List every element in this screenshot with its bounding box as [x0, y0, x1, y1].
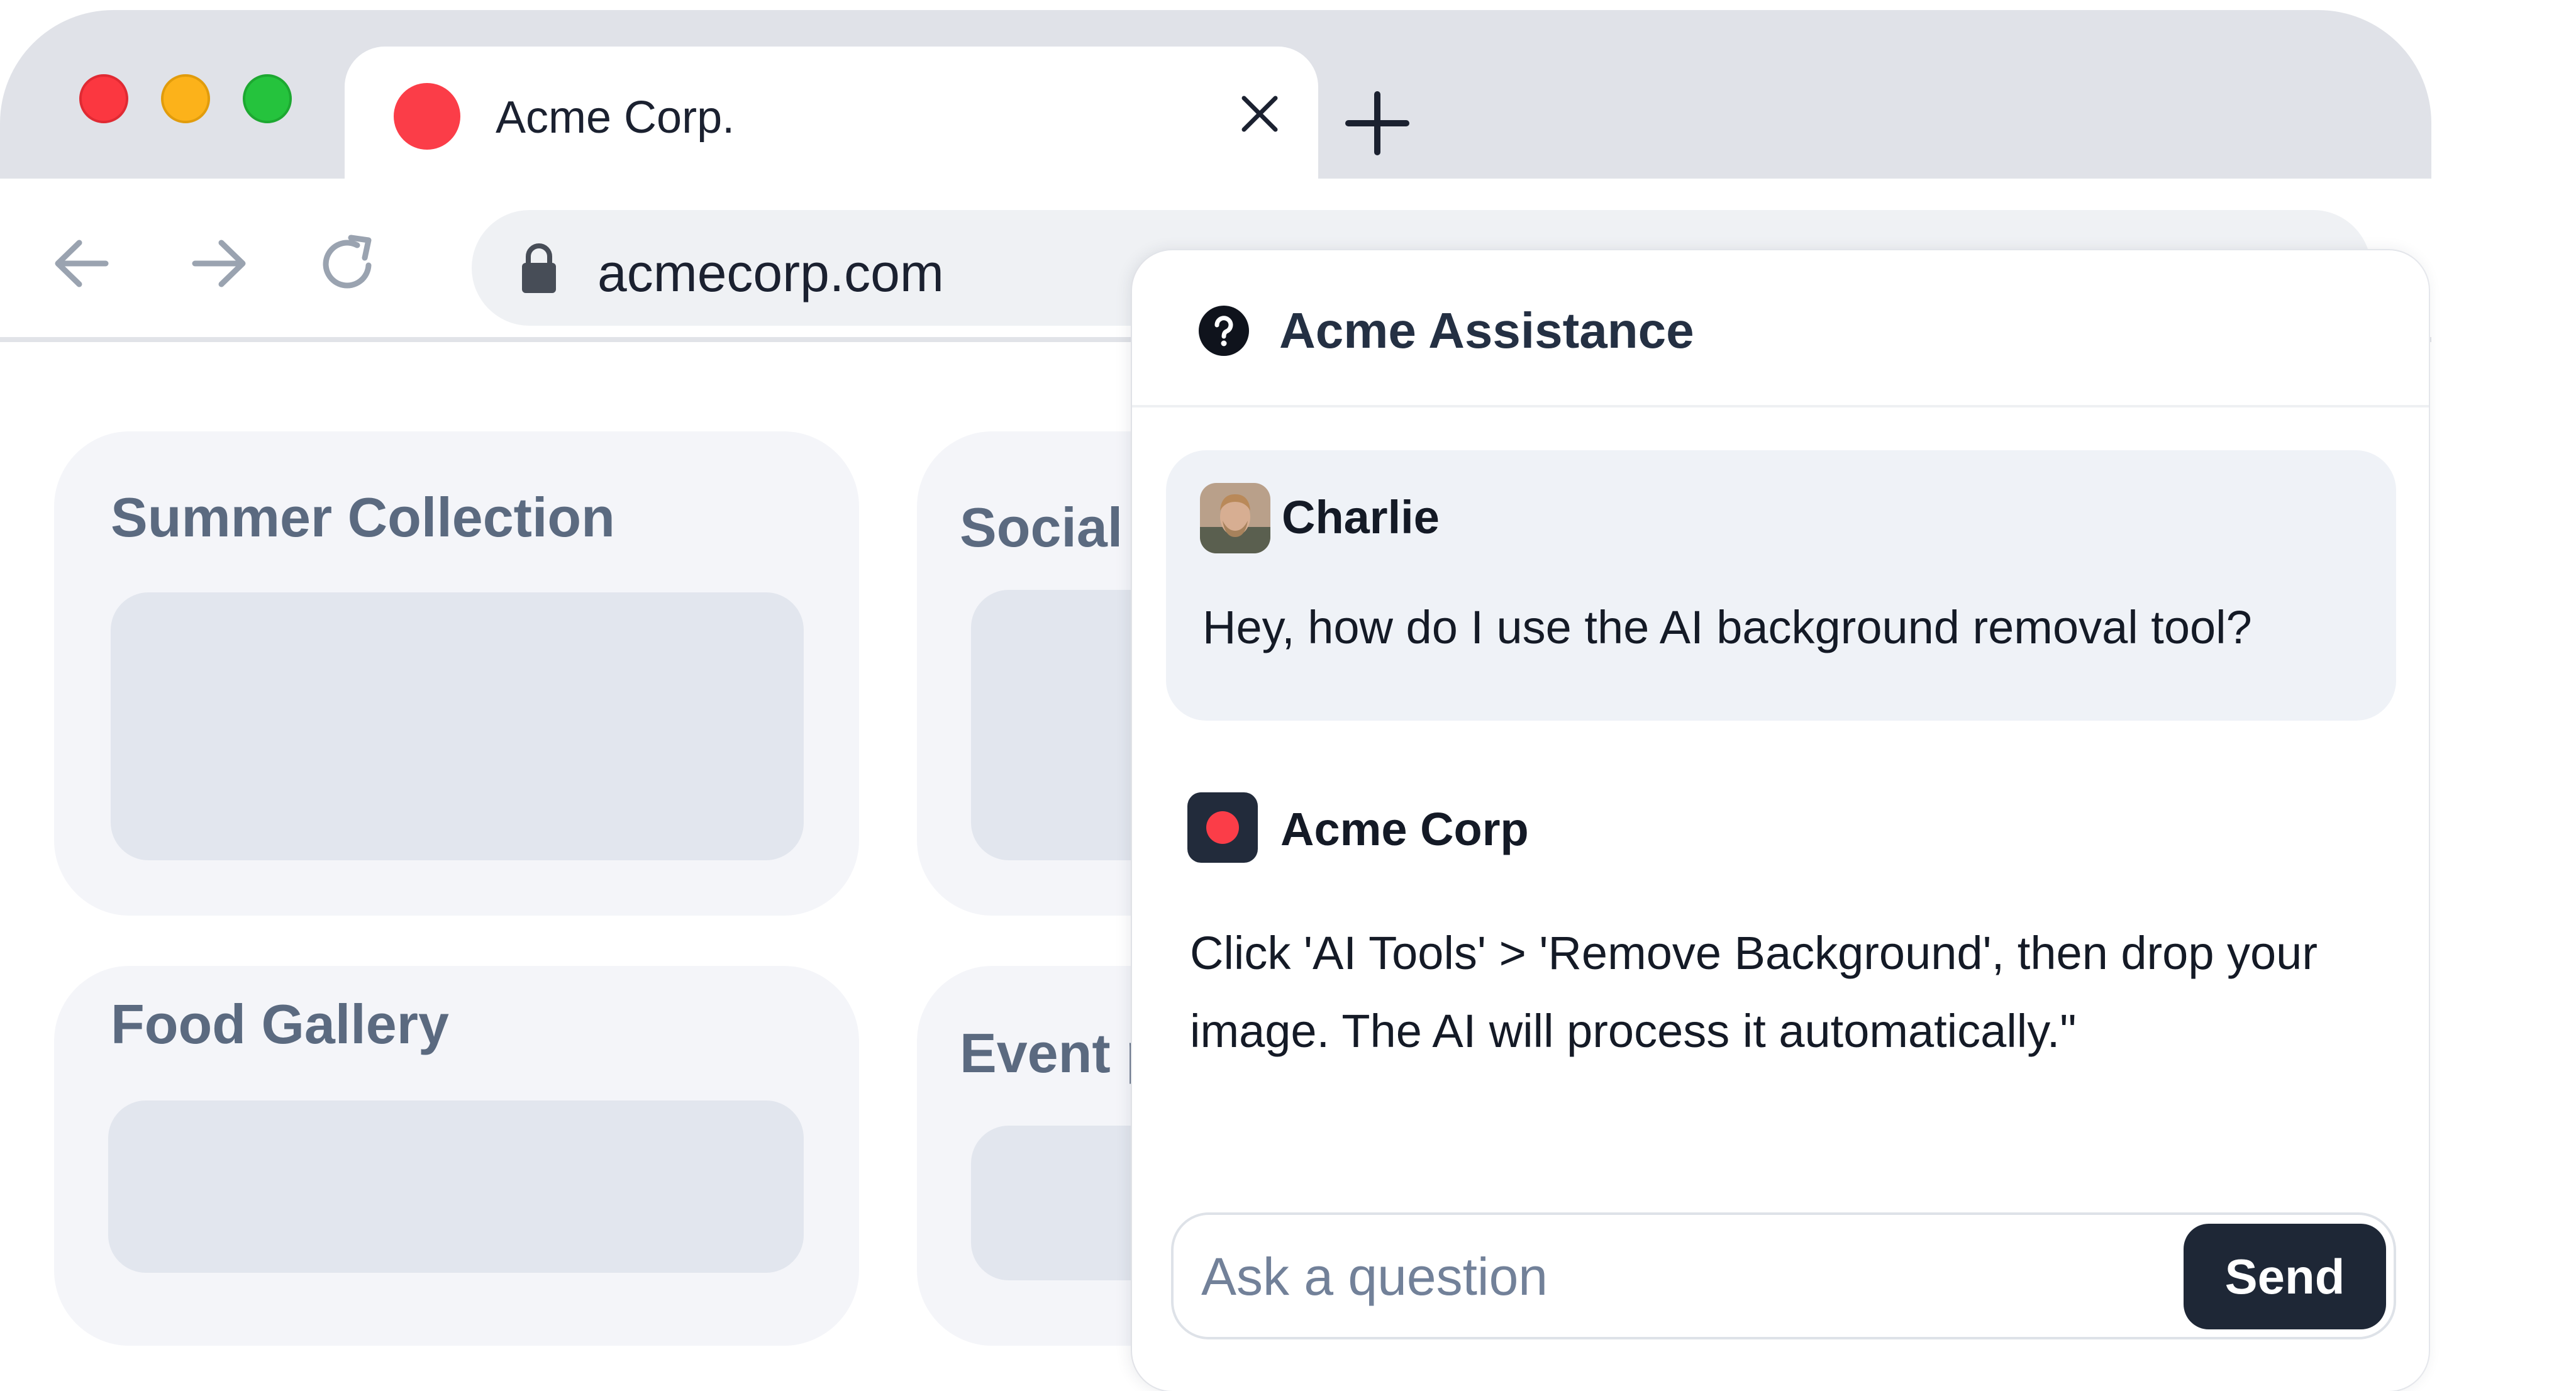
card-title: Event p — [960, 1022, 1160, 1084]
sender-name: Charlie — [1282, 491, 1440, 543]
minimize-window-button[interactable] — [161, 74, 210, 123]
card-title: Social I — [960, 496, 1154, 558]
url-text: acmecorp.com — [597, 243, 944, 302]
maximize-window-button[interactable] — [243, 74, 292, 123]
close-icon[interactable] — [1231, 86, 1288, 142]
chat-panel: Acme Assistance Charlie Hey, how do I us… — [1132, 250, 2429, 1391]
message-bubble-user: Charlie Hey, how do I use the AI backgro… — [1166, 450, 2396, 721]
send-button[interactable]: Send — [2184, 1224, 2386, 1329]
reload-icon[interactable] — [313, 229, 382, 298]
user-avatar — [1200, 483, 1270, 553]
favicon-icon — [394, 83, 460, 150]
chat-composer: Send — [1171, 1212, 2396, 1339]
sender-name: Acme Corp — [1280, 803, 1529, 855]
acme-avatar — [1187, 792, 1258, 863]
arrow-right-icon[interactable] — [184, 229, 253, 298]
question-input[interactable] — [1201, 1240, 2132, 1313]
message-text: Click 'AI Tools' > 'Remove Background', … — [1190, 927, 2318, 1057]
close-window-button[interactable] — [79, 74, 128, 123]
arrow-left-icon[interactable] — [48, 229, 117, 298]
card-image-placeholder — [108, 1100, 804, 1273]
tab-strip: Acme Corp. — [0, 10, 2431, 189]
tab-acme-corp[interactable]: Acme Corp. — [345, 47, 1318, 189]
card-food-gallery[interactable]: Food Gallery — [54, 966, 859, 1346]
chat-header: Acme Assistance — [1132, 250, 2429, 407]
help-circle-icon — [1199, 306, 1249, 356]
lock-icon — [522, 243, 556, 293]
acme-logo-icon — [1206, 811, 1239, 844]
card-title: Food Gallery — [111, 993, 449, 1055]
tab-title: Acme Corp. — [496, 92, 735, 143]
card-title: Summer Collection — [111, 486, 615, 548]
card-summer-collection[interactable]: Summer Collection — [54, 431, 859, 916]
chat-title: Acme Assistance — [1279, 302, 1694, 358]
card-image-placeholder — [111, 592, 804, 860]
message-text: Hey, how do I use the AI background remo… — [1202, 601, 2252, 653]
plus-icon[interactable] — [1340, 86, 1415, 161]
